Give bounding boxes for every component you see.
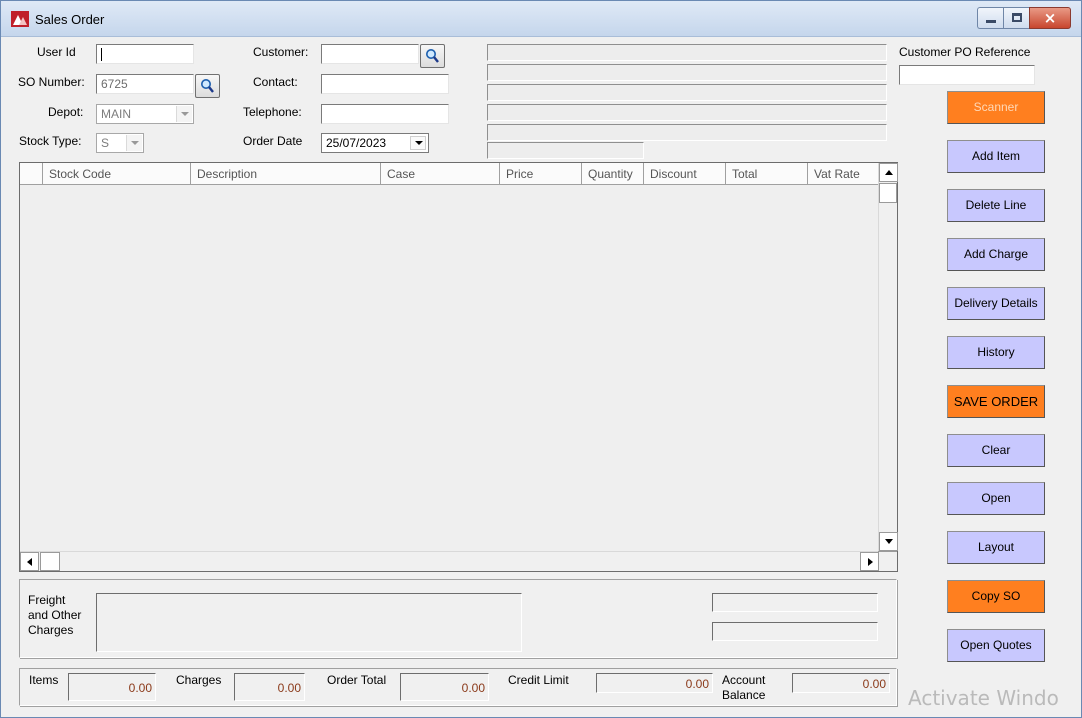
form-body: User Id SO Number: 6725 Depot: MAIN Stoc… — [1, 38, 1081, 717]
user-id-input[interactable] — [96, 44, 194, 64]
calendar-dropdown-icon — [410, 136, 426, 150]
so-number-label: SO Number: — [18, 75, 85, 89]
user-id-label: User Id — [37, 45, 76, 59]
chevron-down-icon — [126, 135, 142, 151]
charges-summary-2 — [712, 622, 878, 641]
col-header-quantity[interactable]: Quantity — [582, 163, 644, 185]
activate-windows-watermark: Activate Windo — [908, 686, 1059, 710]
account-balance-label: Account Balance — [722, 673, 766, 702]
customer-info-line-6 — [487, 142, 644, 159]
depot-select[interactable]: MAIN — [96, 104, 194, 124]
app-logo-icon — [11, 11, 29, 27]
add-charge-button[interactable]: Add Charge — [947, 238, 1045, 271]
delete-line-button[interactable]: Delete Line — [947, 189, 1045, 222]
grid-header: Stock Code Description Case Price Quanti… — [20, 163, 879, 185]
sales-order-window: Sales Order × User Id SO Number: 6725 De… — [0, 0, 1082, 718]
scrollbar-corner — [878, 551, 897, 571]
scroll-down-icon[interactable] — [879, 532, 898, 551]
order-date-label: Order Date — [243, 134, 303, 148]
scanner-button[interactable]: Scanner — [947, 91, 1045, 124]
scroll-thumb[interactable] — [879, 183, 897, 203]
copy-so-button[interactable]: Copy SO — [947, 580, 1045, 613]
telephone-input[interactable] — [321, 104, 449, 124]
items-total-value: 0.00 — [68, 673, 156, 701]
chevron-down-icon — [176, 106, 192, 122]
close-icon: × — [1043, 9, 1057, 27]
col-header-discount[interactable]: Discount — [644, 163, 726, 185]
col-header-total[interactable]: Total — [726, 163, 808, 185]
charges-total-label: Charges — [176, 673, 222, 687]
col-header-stock-code[interactable]: Stock Code — [43, 163, 191, 185]
customer-input[interactable] — [321, 44, 419, 64]
charges-total-value: 0.00 — [234, 673, 305, 701]
items-total-label: Items — [29, 673, 59, 687]
stock-type-select[interactable]: S — [96, 133, 144, 153]
customer-info-line-2 — [487, 64, 887, 81]
text-caret — [101, 48, 102, 61]
col-header-price[interactable]: Price — [500, 163, 582, 185]
minimize-icon — [986, 20, 996, 23]
history-button[interactable]: History — [947, 336, 1045, 369]
maximize-button[interactable] — [1003, 7, 1029, 29]
charges-list[interactable] — [96, 593, 522, 652]
customer-po-label: Customer PO Reference — [899, 45, 1031, 59]
customer-info-line-5 — [487, 124, 887, 141]
order-lines-grid[interactable]: Stock Code Description Case Price Quanti… — [19, 162, 898, 572]
add-item-button[interactable]: Add Item — [947, 140, 1045, 173]
stock-type-label: Stock Type: — [19, 134, 82, 148]
charges-summary-1 — [712, 593, 878, 612]
so-lookup-button[interactable] — [195, 74, 220, 98]
credit-limit-value: 0.00 — [596, 673, 713, 693]
search-icon — [201, 79, 214, 93]
customer-info-line-1 — [487, 44, 887, 61]
close-button[interactable]: × — [1029, 7, 1071, 29]
customer-label: Customer: — [253, 45, 309, 59]
save-order-button[interactable]: SAVE ORDER — [947, 385, 1045, 418]
maximize-icon — [1012, 13, 1022, 22]
charges-section-label: Freight and Other Charges — [28, 593, 82, 637]
scroll-thumb[interactable] — [40, 552, 60, 571]
contact-input[interactable] — [321, 74, 449, 94]
charges-panel: Freight and Other Charges — [19, 579, 897, 658]
col-header-case[interactable]: Case — [381, 163, 500, 185]
customer-info-line-4 — [487, 104, 887, 121]
customer-po-input[interactable] — [899, 65, 1035, 85]
title-bar[interactable]: Sales Order × — [1, 1, 1081, 37]
order-total-label: Order Total — [327, 673, 387, 687]
customer-lookup-button[interactable] — [420, 44, 445, 68]
minimize-button[interactable] — [977, 7, 1003, 29]
scroll-up-icon[interactable] — [879, 163, 898, 182]
col-header-vat-rate[interactable]: Vat Rate — [808, 163, 879, 185]
order-total-value: 0.00 — [400, 673, 489, 701]
account-balance-value: 0.00 — [792, 673, 890, 693]
window-controls: × — [977, 7, 1071, 29]
vertical-scrollbar[interactable] — [878, 163, 898, 551]
depot-label: Depot: — [48, 105, 84, 119]
clear-button[interactable]: Clear — [947, 434, 1045, 467]
contact-label: Contact: — [253, 75, 298, 89]
col-header-description[interactable]: Description — [191, 163, 381, 185]
scroll-right-icon[interactable] — [860, 552, 879, 571]
customer-info-line-3 — [487, 84, 887, 101]
open-button[interactable]: Open — [947, 482, 1045, 515]
credit-limit-label: Credit Limit — [508, 673, 569, 687]
open-quotes-button[interactable]: Open Quotes — [947, 629, 1045, 662]
horizontal-scrollbar[interactable] — [20, 551, 879, 571]
scroll-left-icon[interactable] — [20, 552, 39, 571]
order-date-picker[interactable]: 25/07/2023 — [321, 133, 429, 153]
window-title: Sales Order — [35, 12, 105, 27]
search-icon — [426, 49, 439, 63]
col-header-selector[interactable] — [20, 163, 43, 185]
totals-panel: Items 0.00 Charges 0.00 Order Total 0.00… — [19, 668, 897, 706]
layout-button[interactable]: Layout — [947, 531, 1045, 564]
delivery-details-button[interactable]: Delivery Details — [947, 287, 1045, 320]
so-number-input[interactable]: 6725 — [96, 74, 194, 94]
telephone-label: Telephone: — [243, 105, 302, 119]
